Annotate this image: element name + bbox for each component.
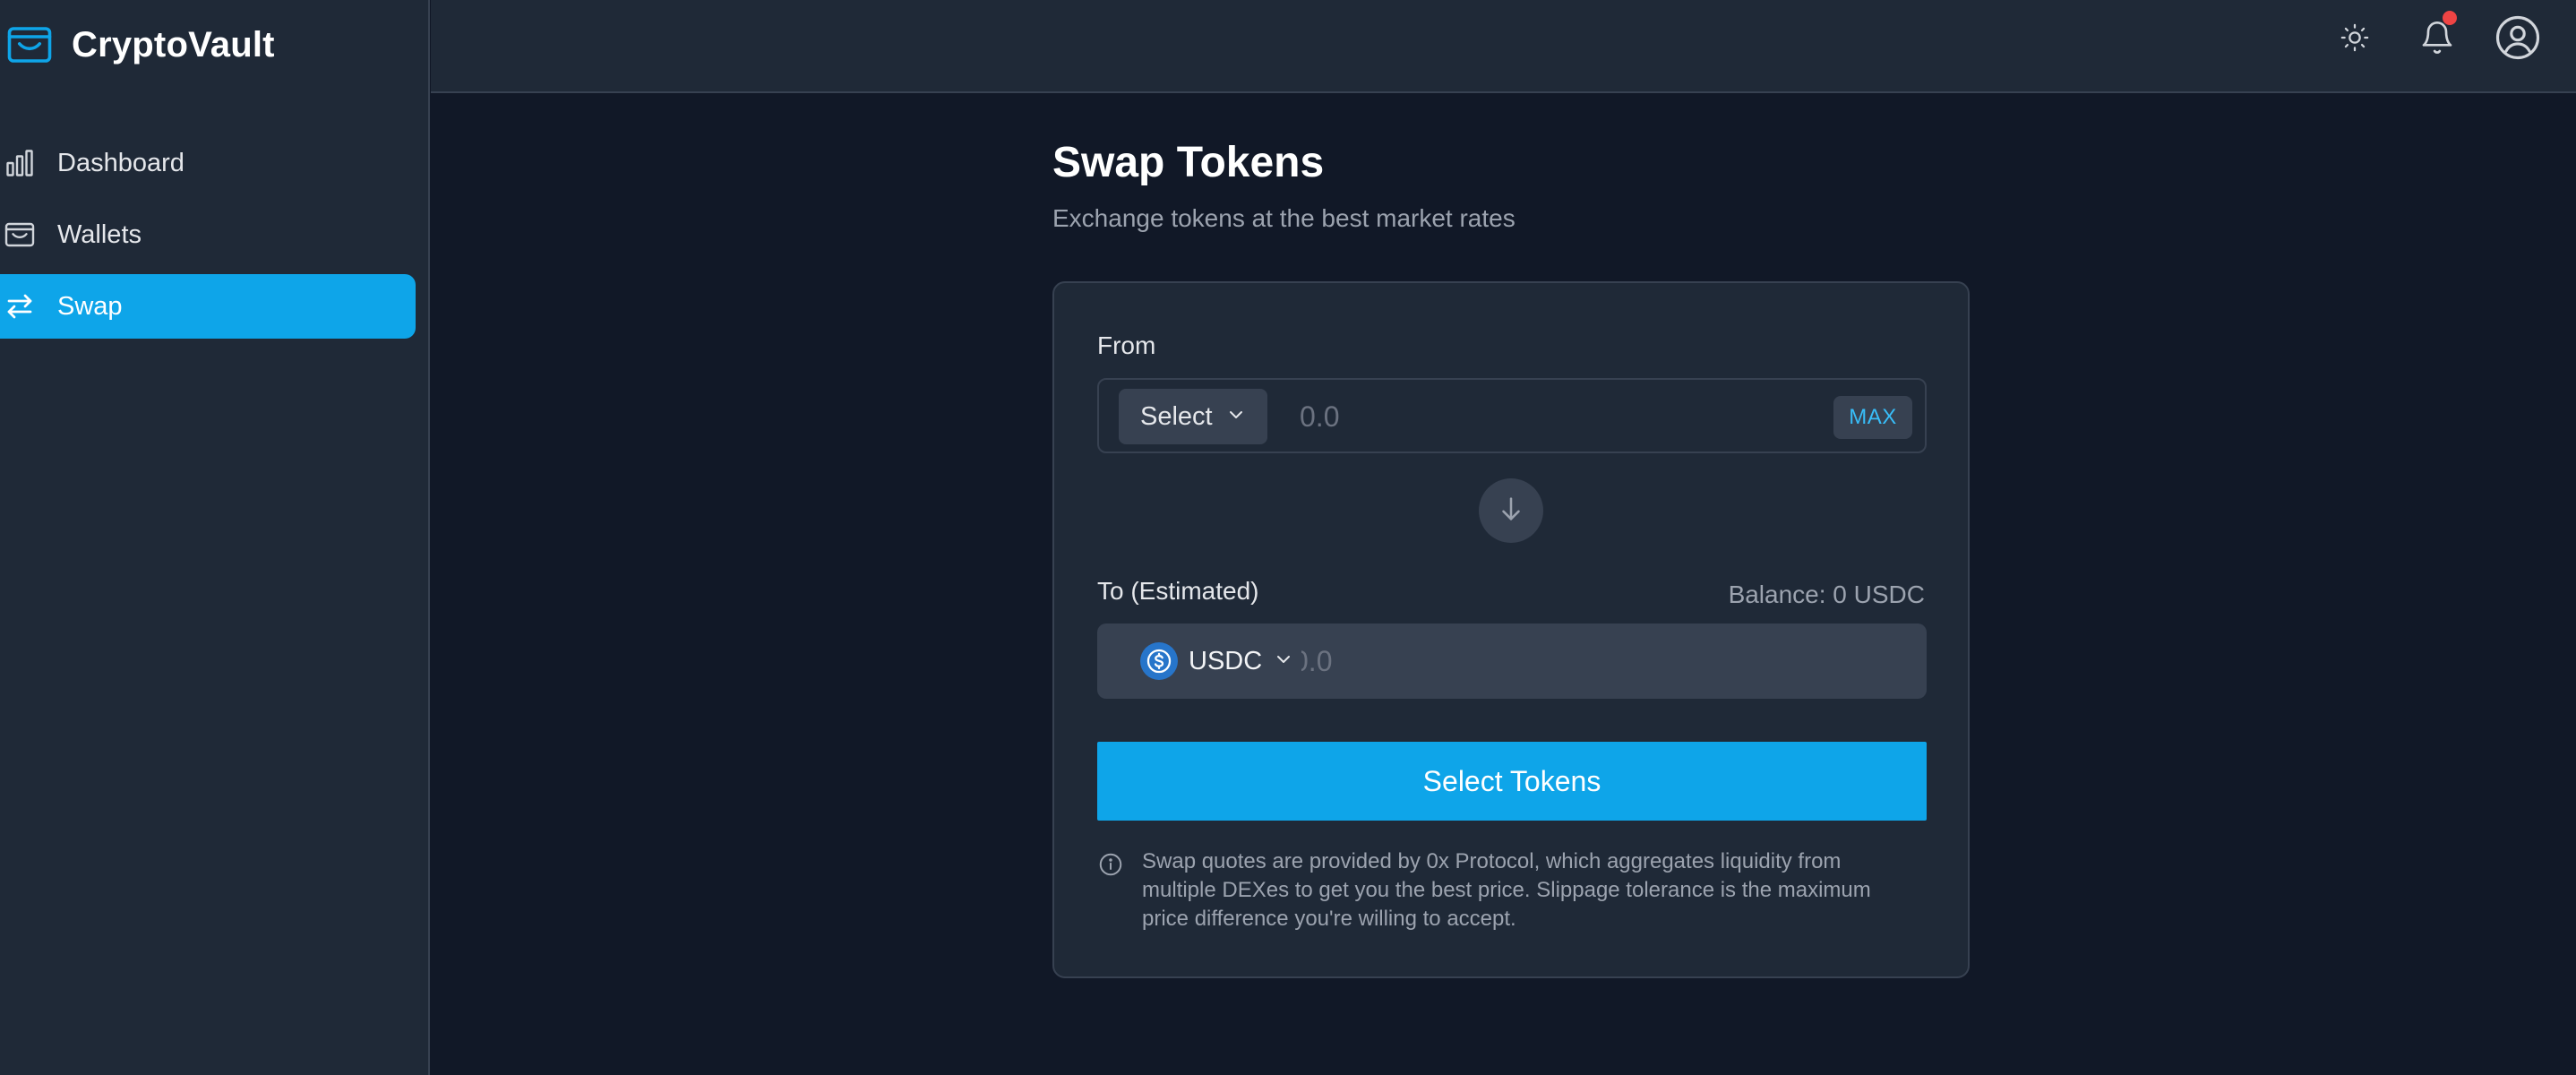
app-name: CryptoVault bbox=[72, 24, 275, 64]
user-circle-icon bbox=[2494, 13, 2542, 66]
app-root: CryptoVault Dashboard Wallets Swap Swap … bbox=[0, 0, 2576, 1075]
to-amount-input[interactable] bbox=[1300, 636, 1891, 686]
wallet-icon bbox=[2, 217, 38, 253]
info-note: Swap quotes are provided by 0x Protocol,… bbox=[1097, 847, 1927, 933]
top-bar bbox=[431, 0, 2576, 93]
bell-icon bbox=[2419, 20, 2455, 60]
info-icon bbox=[1097, 851, 1124, 878]
arrow-down-icon bbox=[1496, 494, 1526, 529]
sidebar-nav: Dashboard Wallets Swap bbox=[0, 131, 416, 346]
from-token-select-label: Select bbox=[1140, 401, 1213, 431]
page-title: Swap Tokens bbox=[1052, 139, 1325, 186]
notifications-button[interactable] bbox=[2410, 11, 2464, 66]
from-label: From bbox=[1097, 331, 1156, 359]
to-token-label: USDC bbox=[1189, 646, 1263, 675]
chevron-down-icon bbox=[1225, 404, 1247, 430]
from-input-group: Select MAX bbox=[1097, 378, 1927, 453]
bar-chart-icon bbox=[2, 145, 38, 181]
theme-toggle-button[interactable] bbox=[2328, 13, 2382, 66]
sidebar-item-label: Wallets bbox=[57, 219, 142, 249]
sidebar-item-wallets[interactable]: Wallets bbox=[0, 202, 416, 267]
wallet-logo-icon bbox=[5, 21, 54, 69]
balance-text: Balance: 0 USDC bbox=[1728, 580, 1925, 608]
main-content: Swap Tokens Exchange tokens at the best … bbox=[431, 93, 2576, 1075]
max-button[interactable]: MAX bbox=[1833, 396, 1912, 439]
to-token-select[interactable]: USDC bbox=[1140, 641, 1294, 681]
to-label: To (Estimated) bbox=[1097, 577, 1259, 605]
chevron-down-icon bbox=[1273, 649, 1294, 675]
sidebar-item-swap[interactable]: Swap bbox=[0, 274, 416, 339]
sidebar-item-label: Dashboard bbox=[57, 148, 185, 177]
info-text: Swap quotes are provided by 0x Protocol,… bbox=[1142, 849, 1871, 931]
usdc-token-icon bbox=[1140, 642, 1178, 680]
notification-dot bbox=[2443, 11, 2457, 25]
sun-icon bbox=[2340, 22, 2370, 57]
swap-direction-button[interactable] bbox=[1479, 478, 1543, 543]
swap-arrows-icon bbox=[2, 288, 38, 324]
user-menu-button[interactable] bbox=[2491, 13, 2545, 66]
sidebar: CryptoVault Dashboard Wallets Swap bbox=[0, 0, 430, 1075]
brand[interactable]: CryptoVault bbox=[5, 20, 275, 70]
from-token-select[interactable]: Select bbox=[1119, 389, 1267, 444]
select-tokens-button[interactable]: Select Tokens bbox=[1097, 742, 1927, 821]
page-subtitle: Exchange tokens at the best market rates bbox=[1052, 204, 1516, 232]
to-input-group: USDC bbox=[1097, 624, 1927, 699]
sidebar-item-label: Swap bbox=[57, 291, 123, 321]
sidebar-item-dashboard[interactable]: Dashboard bbox=[0, 131, 416, 195]
from-amount-input[interactable] bbox=[1298, 391, 1799, 443]
swap-card: From Select MAX bbox=[1052, 281, 1970, 978]
